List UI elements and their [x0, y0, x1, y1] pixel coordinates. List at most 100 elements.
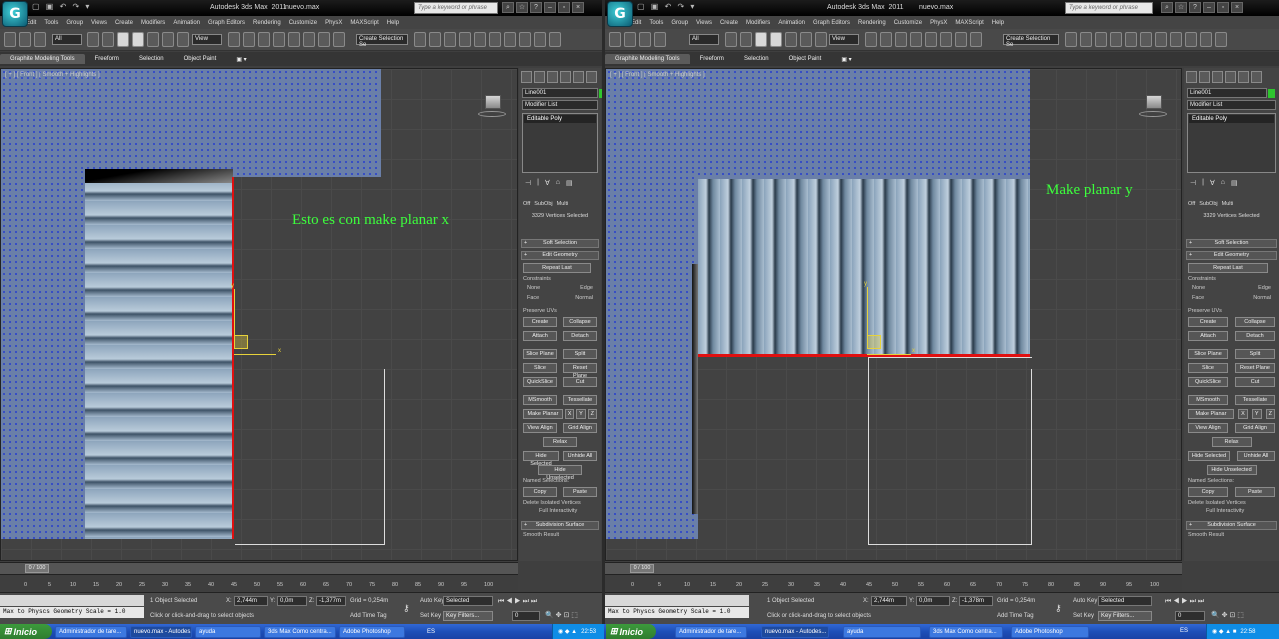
add-time-tag[interactable]: Add Time Tag [350, 613, 387, 619]
render-setup-icon[interactable] [519, 32, 531, 47]
repeat-last-button[interactable]: Repeat Last [1188, 263, 1268, 273]
track-bar[interactable]: 0 5 10 15 20 25 30 35 40 45 50 55 60 65 … [0, 574, 518, 591]
motion-tab-icon[interactable] [560, 71, 571, 83]
utilities-tab-icon[interactable] [586, 71, 597, 83]
maximize-button[interactable]: ▫ [1217, 2, 1229, 13]
menu-graph-editors[interactable]: Graph Editors [813, 20, 850, 26]
maximize-button[interactable]: ▫ [558, 2, 570, 13]
unhide-all-button[interactable]: Unhide All [1237, 451, 1275, 461]
graphite-toggle-icon[interactable] [1110, 32, 1122, 47]
mirror-icon[interactable] [1065, 32, 1077, 47]
key-filters-button[interactable]: Key Filters... [1098, 611, 1152, 621]
named-sets-icon[interactable] [333, 32, 345, 47]
menu-help[interactable]: Help [387, 20, 399, 26]
viewport-nav-icons[interactable]: 🔍 ✥ ⊡ ⬚ [545, 611, 578, 619]
object-color-swatch[interactable] [599, 89, 602, 98]
edit-geometry-rollout[interactable]: Edit Geometry [521, 251, 599, 260]
constraint-normal[interactable]: Normal [1249, 294, 1275, 302]
menu-group[interactable]: Group [66, 20, 83, 26]
application-button[interactable]: G [2, 1, 28, 27]
hide-selected-button[interactable]: Hide Selected [1188, 451, 1230, 461]
relax-button[interactable]: Relax [1211, 437, 1252, 447]
tab-freeform[interactable]: Freeform [690, 54, 734, 64]
playback-controls[interactable]: ⏮ ◀ ▶ ⏭ ⏭ [1165, 598, 1204, 606]
slice-button[interactable]: Slice [523, 363, 557, 373]
time-slider[interactable]: 0 / 100 [25, 564, 49, 573]
remove-modifier-icon[interactable]: ⌂ [1221, 179, 1225, 187]
y-coordinate-field[interactable]: 0,0m [916, 596, 950, 606]
select-by-name-icon[interactable] [102, 32, 114, 47]
search-icon[interactable]: ⌕ [502, 2, 514, 13]
minimize-button[interactable]: – [1203, 2, 1215, 13]
delete-isolated-checkbox[interactable]: Delete Isolated Vertices [519, 499, 601, 507]
move-icon[interactable] [785, 32, 797, 47]
snaps-toggle-icon[interactable] [910, 32, 922, 47]
auto-key-button[interactable]: Auto Key [420, 598, 444, 604]
time-slider[interactable]: 0 / 100 [630, 564, 654, 573]
detach-button[interactable]: Detach [563, 331, 597, 341]
pivot-icon[interactable] [865, 32, 877, 47]
display-tab-icon[interactable] [1238, 71, 1249, 83]
menu-tools[interactable]: Tools [649, 20, 663, 26]
undo-link-icon[interactable] [609, 32, 621, 47]
maxscript-listener-output[interactable]: Max to Physcs Geometry Scale = 1.0 [605, 607, 749, 618]
quickslice-button[interactable]: QuickSlice [1188, 377, 1228, 387]
task-button[interactable]: ayuda [195, 625, 261, 638]
preserve-uvs-checkbox[interactable]: Preserve UVs [519, 307, 601, 315]
keyboard-shortcut-icon[interactable] [895, 32, 907, 47]
z-coordinate-field[interactable]: -1,378m [959, 596, 993, 606]
menu-modifiers[interactable]: Modifiers [746, 20, 770, 26]
render-icon[interactable] [1200, 32, 1212, 47]
front-viewport[interactable]: [ + ] [ Front ] [ Smooth + Highlights ] … [605, 68, 1182, 561]
create-tab-icon[interactable] [521, 71, 532, 83]
key-mode-dropdown[interactable]: Selected [1098, 596, 1152, 606]
menu-create[interactable]: Create [115, 20, 133, 26]
x-coordinate-field[interactable]: 2,744m [871, 596, 907, 606]
named-selection-dropdown[interactable]: Create Selection Se [1003, 34, 1059, 48]
angle-snap-icon[interactable] [288, 32, 300, 47]
undo-link-icon[interactable] [4, 32, 16, 47]
grid-align-button[interactable]: Grid Align [1235, 423, 1275, 433]
grid-align-button[interactable]: Grid Align [563, 423, 597, 433]
view-align-button[interactable]: View Align [1188, 423, 1228, 433]
quick-access-toolbar[interactable]: ▢ ▣ ↶ ↷ ▾ [32, 2, 91, 11]
percent-snap-icon[interactable] [940, 32, 952, 47]
menu-maxscript[interactable]: MAXScript [350, 20, 378, 26]
reset-plane-button[interactable]: Reset Plane [1235, 363, 1275, 373]
add-time-tag[interactable]: Add Time Tag [997, 613, 1034, 619]
tab-selection[interactable]: Selection [734, 54, 779, 64]
tessellate-button[interactable]: Tessellate [1235, 395, 1275, 405]
menu-modifiers[interactable]: Modifiers [141, 20, 165, 26]
reset-plane-button[interactable]: Reset Plane [563, 363, 597, 379]
modifier-list-dropdown[interactable]: Modifier List [522, 100, 598, 110]
hide-unselected-button[interactable]: Hide Unselected [538, 465, 582, 481]
repeat-last-button[interactable]: Repeat Last [523, 263, 591, 273]
make-unique-icon[interactable]: ∀ [1210, 179, 1215, 187]
unlink-icon[interactable] [19, 32, 31, 47]
menu-physx[interactable]: PhysX [930, 20, 947, 26]
render-setup-icon[interactable] [1170, 32, 1182, 47]
language-indicator[interactable]: ES [1180, 628, 1188, 634]
rotate-icon[interactable] [800, 32, 812, 47]
menu-physx[interactable]: PhysX [325, 20, 342, 26]
planar-z-button[interactable]: Z [1265, 409, 1275, 419]
rotate-icon[interactable] [162, 32, 174, 47]
key-mode-dropdown[interactable]: Selected [443, 596, 493, 606]
menu-rendering[interactable]: Rendering [858, 20, 886, 26]
soft-selection-rollout[interactable]: Soft Selection [521, 239, 599, 248]
planar-y-button[interactable]: Y [1251, 409, 1262, 419]
slice-plane-button[interactable]: Slice Plane [523, 349, 557, 359]
help-icon[interactable]: ? [530, 2, 542, 13]
gizmo-plane-handle[interactable] [234, 335, 248, 349]
maxscript-listener-output[interactable]: Max to Physcs Geometry Scale = 1.0 [0, 607, 144, 618]
minimize-button[interactable]: – [544, 2, 556, 13]
gizmo-x-axis[interactable] [867, 354, 911, 355]
task-button[interactable]: ayuda [843, 625, 921, 638]
smooth-result-checkbox[interactable]: Smooth Result [519, 531, 601, 539]
y-coordinate-field[interactable]: 0,0m [277, 596, 307, 606]
constraint-edge[interactable]: Edge [576, 284, 597, 292]
slice-button[interactable]: Slice [1188, 363, 1228, 373]
task-button[interactable]: Adobe Photoshop [339, 625, 405, 638]
spinner-snap-icon[interactable] [955, 32, 967, 47]
radio-multi[interactable]: Multi [557, 201, 569, 207]
